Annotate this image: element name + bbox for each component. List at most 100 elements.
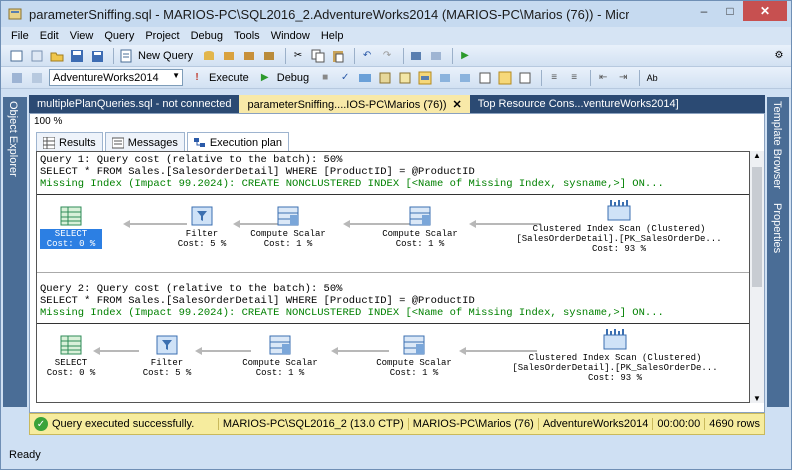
tab-results[interactable]: Results — [36, 132, 103, 152]
status-database: AdventureWorks2014 — [537, 418, 653, 430]
database-select[interactable]: AdventureWorks2014 ▼ — [49, 69, 183, 86]
new-project-icon[interactable] — [9, 48, 25, 64]
messages-icon — [111, 137, 125, 149]
results-to-text-icon[interactable] — [477, 70, 493, 86]
plan-op-cost: Cost: 0 % — [40, 239, 102, 249]
object-explorer-sidebar[interactable]: Object Explorer — [3, 97, 27, 407]
zoom-level[interactable]: 100 % — [34, 116, 62, 127]
menu-window[interactable]: Window — [271, 30, 310, 42]
scroll-up-icon[interactable]: ▲ — [753, 151, 761, 160]
menu-help[interactable]: Help — [321, 30, 344, 42]
toolbar-overflow-icon[interactable]: ⚙ — [771, 48, 787, 64]
parse-icon[interactable]: ✓ — [337, 70, 353, 86]
tab-messages[interactable]: Messages — [104, 132, 185, 152]
plan-op-clustered-index-scan[interactable]: Clustered Index Scan (Clustered) [SalesO… — [511, 198, 727, 254]
menu-query[interactable]: Query — [104, 30, 134, 42]
plan-op-select[interactable]: SELECT Cost: 0 % — [40, 205, 102, 249]
change-connection-icon[interactable] — [29, 70, 45, 86]
plan-op-name: Compute Scalar — [250, 229, 326, 239]
plan-op-filter[interactable]: Filter Cost: 5 % — [137, 334, 197, 378]
paste-icon[interactable] — [330, 48, 346, 64]
toolbar-separator — [590, 69, 592, 86]
increase-indent-icon[interactable]: ⇥ — [615, 70, 631, 86]
execution-plan-view[interactable]: Query 1: Query cost (relative to the bat… — [36, 151, 750, 403]
menu-file[interactable]: File — [11, 30, 29, 42]
debug-icon[interactable]: ▶ — [257, 70, 273, 86]
plan-op-compute-scalar[interactable]: Compute Scalar Cost: 1 % — [371, 334, 457, 378]
specify-values-icon[interactable]: Ab — [644, 70, 660, 86]
db-engine-query-icon[interactable] — [201, 48, 217, 64]
close-button[interactable]: ✕ — [743, 1, 787, 21]
debug-button[interactable]: Debug — [277, 72, 309, 84]
query-separator — [37, 194, 749, 195]
plan-vertical-scrollbar[interactable]: ▲ ▼ — [750, 151, 764, 403]
copy-icon[interactable] — [310, 48, 326, 64]
tab-execution-plan[interactable]: Execution plan — [186, 132, 289, 152]
execute-button[interactable]: Execute — [209, 72, 249, 84]
plan-op-clustered-index-scan[interactable]: Clustered Index Scan (Clustered) [SalesO… — [507, 327, 723, 383]
menu-edit[interactable]: Edit — [40, 30, 59, 42]
xmla-query-icon[interactable] — [261, 48, 277, 64]
properties-label[interactable]: Properties — [771, 203, 783, 253]
results-to-grid-icon[interactable] — [497, 70, 513, 86]
close-tab-icon[interactable]: ✕ — [453, 99, 462, 111]
query-1-header: Query 1: Query cost (relative to the bat… — [40, 154, 664, 190]
plan-op-name: SELECT — [54, 358, 88, 368]
cancel-query-icon[interactable]: ■ — [317, 70, 333, 86]
plan-op-filter[interactable]: Filter Cost: 5 % — [172, 205, 232, 249]
scrollbar-thumb[interactable] — [752, 167, 762, 287]
object-explorer-label[interactable]: Object Explorer — [7, 101, 19, 177]
save-all-icon[interactable] — [89, 48, 105, 64]
tab-parameter-sniffing[interactable]: parameterSniffing....IOS-PC\Marios (76))… — [239, 95, 470, 113]
navigate-back-icon[interactable] — [408, 48, 424, 64]
new-query-icon[interactable] — [118, 48, 134, 64]
navigate-forward-icon[interactable] — [428, 48, 444, 64]
open-folder-icon[interactable] — [49, 48, 65, 64]
undo-icon[interactable]: ↶ — [359, 48, 375, 64]
connect-icon[interactable] — [9, 70, 25, 86]
plan-op-compute-scalar[interactable]: Compute Scalar Cost: 1 % — [245, 205, 331, 249]
plan-op-compute-scalar[interactable]: Compute Scalar Cost: 1 % — [237, 334, 323, 378]
save-icon[interactable] — [69, 48, 85, 64]
database-select-value: AdventureWorks2014 — [53, 71, 159, 84]
app-status-bar — [1, 442, 791, 469]
uncomment-icon[interactable]: ≡ — [566, 70, 582, 86]
plan-op-cost: Cost: 1 % — [389, 368, 439, 378]
execute-icon[interactable]: ! — [189, 70, 205, 86]
select-icon — [60, 335, 82, 355]
menu-tools[interactable]: Tools — [234, 30, 260, 42]
add-item-icon[interactable] — [29, 48, 45, 64]
plan-op-select[interactable]: SELECT Cost: 0 % — [40, 334, 102, 378]
status-elapsed-time: 00:00:00 — [652, 418, 704, 430]
cut-icon[interactable]: ✂ — [290, 48, 306, 64]
intellisense-icon[interactable] — [397, 70, 413, 86]
minimize-button[interactable]: – — [691, 1, 717, 21]
menu-project[interactable]: Project — [145, 30, 179, 42]
new-query-button[interactable]: New Query — [138, 50, 193, 62]
live-stats-icon[interactable] — [437, 70, 453, 86]
menu-view[interactable]: View — [70, 30, 94, 42]
menu-debug[interactable]: Debug — [191, 30, 223, 42]
query-2-missing-index[interactable]: Missing Index (Impact 99.2024): CREATE N… — [40, 307, 664, 319]
query-options-icon[interactable] — [377, 70, 393, 86]
template-browser-label[interactable]: Template Browser — [771, 101, 783, 189]
plan-op-compute-scalar[interactable]: Compute Scalar Cost: 1 % — [377, 205, 463, 249]
comment-icon[interactable]: ≡ — [546, 70, 562, 86]
client-stats-icon[interactable] — [457, 70, 473, 86]
scroll-down-icon[interactable]: ▼ — [753, 394, 761, 403]
query-separator — [37, 272, 749, 273]
redo-icon[interactable]: ↷ — [379, 48, 395, 64]
display-estimated-plan-icon[interactable] — [357, 70, 373, 86]
query-2-sql: SELECT * FROM Sales.[SalesOrderDetail] W… — [40, 295, 475, 307]
maximize-button[interactable]: □ — [717, 1, 743, 21]
analysis-query-icon[interactable] — [221, 48, 237, 64]
results-to-file-icon[interactable] — [517, 70, 533, 86]
start-icon[interactable]: ▶ — [457, 48, 473, 64]
tab-label: Top Resource Cons...ventureWorks2014] — [477, 98, 679, 110]
mdx-query-icon[interactable] — [241, 48, 257, 64]
tab-top-resource-consuming[interactable]: Top Resource Cons...ventureWorks2014] — [470, 95, 687, 113]
query-1-missing-index[interactable]: Missing Index (Impact 99.2024): CREATE N… — [40, 178, 664, 190]
decrease-indent-icon[interactable]: ⇤ — [595, 70, 611, 86]
tab-multiple-plan-queries[interactable]: multiplePlanQueries.sql - not connected — [29, 95, 239, 113]
actual-plan-icon[interactable] — [417, 70, 433, 86]
